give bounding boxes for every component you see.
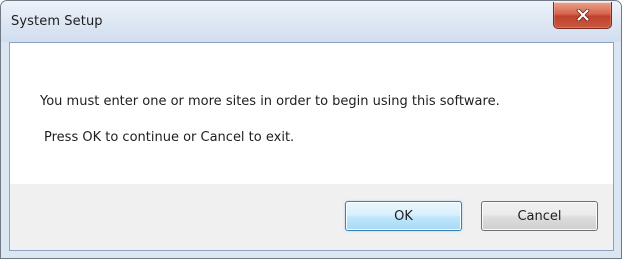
close-icon xyxy=(554,2,611,28)
close-button[interactable] xyxy=(553,2,612,29)
message-line-1: You must enter one or more sites in orde… xyxy=(40,94,500,109)
button-bar: OK Cancel xyxy=(10,184,613,250)
dialog-content: You must enter one or more sites in orde… xyxy=(9,42,614,251)
window-title: System Setup xyxy=(11,14,103,29)
ok-button[interactable]: OK xyxy=(345,201,462,231)
cancel-button[interactable]: Cancel xyxy=(481,201,598,231)
title-bar[interactable]: System Setup xyxy=(1,1,621,42)
dialog-window: System Setup You must enter one or more … xyxy=(0,0,622,259)
message-line-2: Press OK to continue or Cancel to exit. xyxy=(44,130,295,145)
